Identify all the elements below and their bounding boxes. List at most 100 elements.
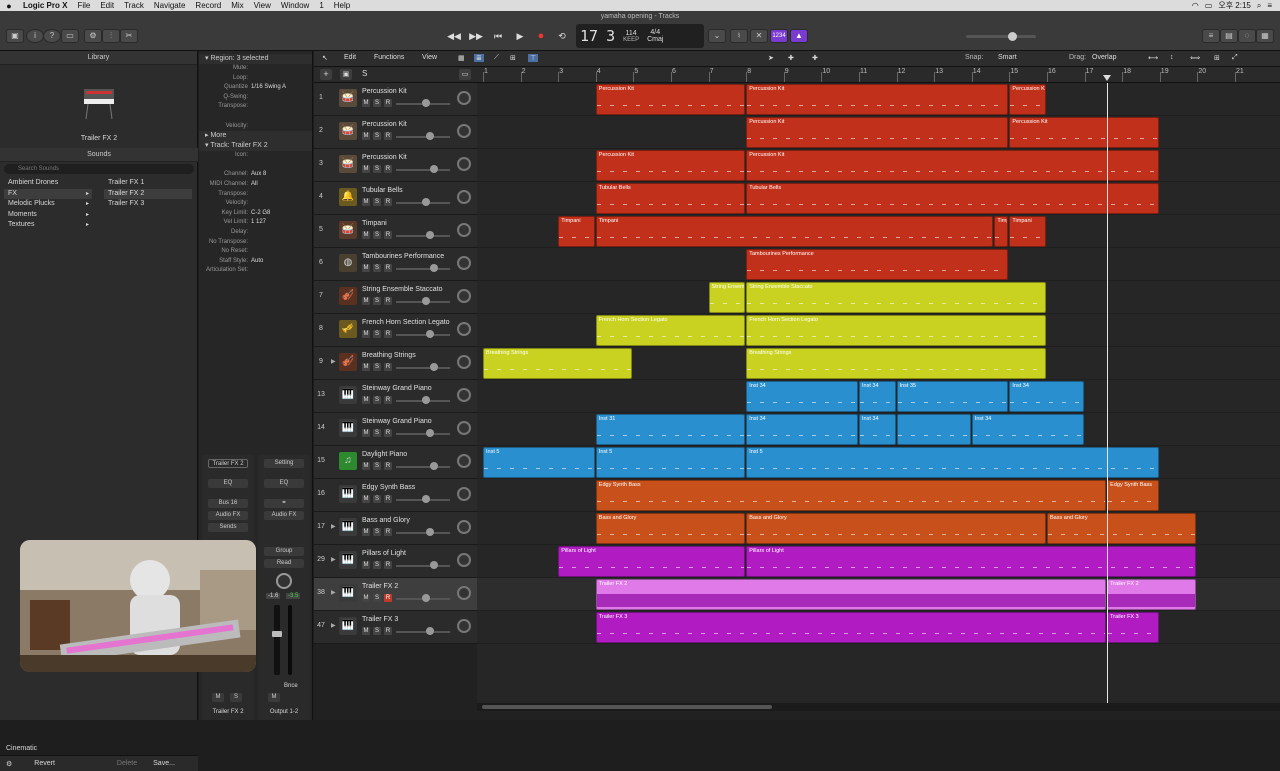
midi-region[interactable]: Percussion K bbox=[1009, 84, 1046, 115]
midi-region[interactable]: Inst 31 bbox=[595, 414, 746, 445]
midi-region[interactable]: Inst 34 bbox=[971, 414, 1084, 445]
param-value[interactable] bbox=[251, 112, 312, 122]
midi-region[interactable]: Breathing Strings bbox=[483, 348, 633, 379]
patch-item[interactable]: Trailer FX 1 bbox=[104, 178, 192, 189]
inspector-row[interactable]: Channel: Aux 8 bbox=[199, 170, 312, 180]
disclosure-triangle-icon[interactable]: ▶ bbox=[331, 523, 336, 530]
mute-button[interactable]: M bbox=[362, 429, 370, 437]
view-menu[interactable]: View bbox=[422, 54, 437, 61]
track-name[interactable]: Edgy Synth Bass bbox=[362, 484, 415, 491]
param-value[interactable] bbox=[251, 93, 312, 103]
marquee-tool[interactable]: ✚ bbox=[812, 54, 818, 62]
toolbar-button[interactable]: ▭ bbox=[61, 29, 79, 43]
patch-item[interactable]: Trailer FX 2 bbox=[104, 188, 192, 199]
disclosure-triangle-icon[interactable]: ▶ bbox=[331, 358, 336, 365]
track-name[interactable]: Percussion Kit bbox=[362, 88, 407, 95]
pan-knob[interactable] bbox=[457, 190, 471, 204]
menu-item[interactable]: Navigate bbox=[149, 1, 191, 10]
library-button[interactable]: ▣ bbox=[6, 29, 24, 43]
solo-button[interactable]: S bbox=[373, 330, 381, 338]
volume-knob[interactable] bbox=[422, 198, 430, 206]
solo-button[interactable]: S bbox=[373, 495, 381, 503]
sends-slot[interactable]: Sends bbox=[208, 523, 248, 532]
mute-button[interactable]: M bbox=[362, 99, 370, 107]
solo-button[interactable]: S bbox=[373, 528, 381, 536]
disclosure-triangle-icon[interactable]: ▶ bbox=[331, 622, 336, 629]
midi-region[interactable]: Edgy Synth Bass bbox=[595, 480, 1107, 511]
mute-button[interactable]: M bbox=[362, 396, 370, 404]
region-inspector-header[interactable]: ▾ Region: 3 selected bbox=[199, 54, 312, 64]
solo-button[interactable]: S bbox=[373, 627, 381, 635]
instrument-icon[interactable]: 🔔 bbox=[339, 188, 357, 206]
category-item[interactable]: Melodic Plucks ▸ bbox=[4, 199, 92, 210]
track-header[interactable]: 29 ▶ 🎹 Pillars of Light M S R bbox=[314, 545, 477, 578]
solo-button[interactable]: S bbox=[373, 231, 381, 239]
solo-button[interactable]: S bbox=[373, 297, 381, 305]
record-enable-button[interactable]: R bbox=[384, 264, 392, 272]
clock[interactable]: 오후 2:15 bbox=[1218, 0, 1251, 11]
inspector-row[interactable]: Transpose: bbox=[199, 102, 312, 112]
track-header[interactable]: 16 🎹 Edgy Synth Bass M S R bbox=[314, 479, 477, 512]
volume-knob[interactable] bbox=[422, 594, 430, 602]
forward-button[interactable]: ▶▶ bbox=[466, 27, 486, 45]
track-header[interactable]: 7 🎻 String Ensemble Staccato M S R bbox=[314, 281, 477, 314]
track-name[interactable]: Steinway Grand Piano bbox=[362, 418, 432, 425]
track-header[interactable]: 47 ▶ 🎹 Trailer FX 3 MSR bbox=[314, 611, 477, 644]
track-header[interactable]: 2 🥁 Percussion Kit M S R bbox=[314, 116, 477, 149]
track-name[interactable]: Percussion Kit bbox=[362, 154, 407, 161]
volume-knob[interactable] bbox=[422, 495, 430, 503]
inspector-row[interactable]: Mute: bbox=[199, 64, 312, 74]
param-value[interactable]: All bbox=[251, 180, 312, 190]
pan-knob[interactable] bbox=[457, 454, 471, 468]
midi-region[interactable]: Inst 5 bbox=[595, 447, 746, 478]
record-enable-button[interactable]: R bbox=[384, 528, 392, 536]
list-view-icon[interactable]: ≣ bbox=[474, 54, 484, 62]
track-header[interactable]: 13 🎹 Steinway Grand Piano M S R bbox=[314, 380, 477, 413]
inspector-row[interactable]: Key Limit: C-2 G8 bbox=[199, 209, 312, 219]
instrument-icon[interactable]: 🎹 bbox=[339, 551, 357, 569]
inspector-row[interactable]: Velocity: bbox=[199, 122, 312, 132]
volume-slider[interactable] bbox=[396, 235, 450, 237]
master-volume-slider[interactable] bbox=[966, 32, 1036, 41]
midi-region[interactable]: Percussion Kit bbox=[1009, 117, 1159, 148]
collapse-icon[interactable]: ▭ bbox=[459, 69, 471, 80]
library-search-input[interactable]: Search Sounds bbox=[4, 164, 194, 174]
instrument-icon[interactable]: 🥁 bbox=[339, 89, 357, 107]
midi-region[interactable]: Inst 5 bbox=[483, 447, 595, 478]
inspector-row[interactable]: No Transpose: bbox=[199, 238, 312, 248]
midi-region[interactable]: Inst 34 bbox=[1009, 381, 1084, 412]
disclosure-triangle-icon[interactable]: ▶ bbox=[331, 589, 336, 596]
menu-app[interactable]: Logic Pro X bbox=[18, 1, 72, 10]
mute-button[interactable]: M bbox=[362, 627, 370, 635]
metronome-button[interactable]: ▲ bbox=[790, 29, 808, 43]
record-enable-button[interactable]: R bbox=[384, 627, 392, 635]
pan-knob[interactable] bbox=[457, 487, 471, 501]
volume-knob[interactable] bbox=[422, 396, 430, 404]
midi-region[interactable]: Timpani bbox=[994, 216, 1009, 247]
instrument-icon[interactable]: 🎹 bbox=[339, 419, 357, 437]
mute-button[interactable]: M bbox=[362, 594, 370, 602]
record-enable-button[interactable]: R bbox=[384, 132, 392, 140]
param-value[interactable] bbox=[251, 247, 312, 257]
inspector-row[interactable]: Loop: bbox=[199, 74, 312, 84]
track-header[interactable]: 1 🥁 Percussion Kit M S R bbox=[314, 83, 477, 116]
track-header[interactable]: 17 ▶ 🎹 Bass and Glory M S R bbox=[314, 512, 477, 545]
record-enable-button[interactable]: R bbox=[384, 594, 392, 602]
solo-button[interactable]: S bbox=[373, 396, 381, 404]
go-to-start-button[interactable]: ⏮ bbox=[488, 27, 508, 45]
track-name[interactable]: Bass and Glory bbox=[362, 517, 410, 524]
pan-knob[interactable] bbox=[457, 355, 471, 369]
param-value[interactable] bbox=[251, 74, 312, 84]
menu-item[interactable]: Mix bbox=[226, 1, 248, 10]
bounce-button[interactable]: Bnce bbox=[284, 683, 298, 689]
midi-region[interactable]: Inst 34 bbox=[859, 414, 896, 445]
midi-region[interactable]: Tubular Bells bbox=[595, 183, 746, 214]
menu-item[interactable]: 1 bbox=[314, 1, 328, 10]
pan-knob[interactable] bbox=[457, 586, 471, 600]
midi-region[interactable]: Percussion Kit bbox=[746, 150, 1159, 181]
eq-button-output[interactable]: EQ bbox=[264, 479, 304, 488]
param-value[interactable] bbox=[251, 228, 312, 238]
track-name[interactable]: Percussion Kit bbox=[362, 121, 407, 128]
automation-icon[interactable]: ⟋ bbox=[494, 54, 499, 62]
midi-region[interactable]: Edgy Synth Bass bbox=[1107, 480, 1159, 511]
